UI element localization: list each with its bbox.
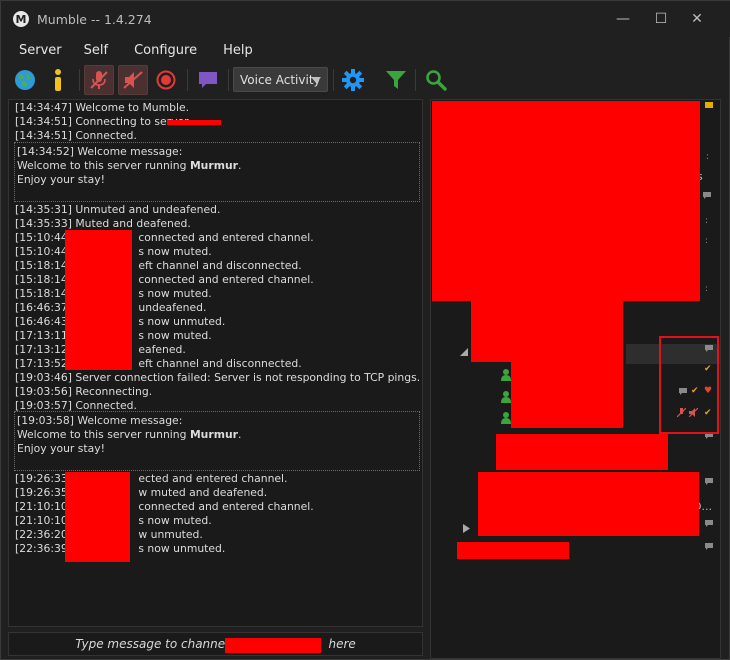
toolbar-separator — [187, 69, 188, 91]
redaction — [457, 542, 569, 559]
expand-arrow-icon[interactable] — [463, 524, 470, 533]
log-line: [14:34:51] Connected. — [15, 129, 137, 142]
redaction — [225, 638, 321, 653]
redaction — [511, 362, 623, 428]
log-line: [14:34:47] Welcome to Mumble. — [15, 101, 190, 114]
log-line: [19:03:56] Reconnecting. — [15, 385, 153, 398]
deafen-self-button[interactable] — [118, 65, 148, 95]
toolbar — [1, 63, 730, 97]
redaction — [478, 472, 699, 536]
log-line: [14:35:33] Muted and deafened. — [15, 217, 191, 230]
maximize-button[interactable]: ☐ — [643, 1, 679, 37]
toolbar-separator — [415, 69, 416, 91]
window-title: Mumble -- 1.4.274 — [37, 11, 152, 27]
menu-server[interactable]: Server — [19, 43, 62, 58]
redaction — [65, 472, 130, 562]
mute-self-button[interactable] — [84, 65, 114, 95]
log-line: [14:35:31] Unmuted and undeafened. — [15, 203, 221, 216]
transmit-mode-value: Voice Activity — [240, 72, 321, 87]
search-button[interactable] — [421, 65, 451, 95]
redaction — [471, 300, 623, 362]
menu-bar: Server Self Configure Help — [1, 37, 730, 63]
highlight-annotation-box — [659, 336, 719, 434]
filter-button[interactable] — [381, 65, 411, 95]
deafen-self-icon — [123, 71, 143, 89]
toolbar-separator — [228, 69, 229, 91]
log-line: [21:10:10] connected and entered channel… — [15, 500, 314, 513]
user-icon — [501, 391, 511, 403]
mumble-logo-icon: M — [13, 11, 29, 27]
log-line: [19:03:46] Server connection failed: Ser… — [15, 371, 421, 384]
log-line: [14:34:51] Connecting to server — [15, 115, 189, 128]
comment-icon — [705, 102, 713, 108]
information-button[interactable] — [43, 65, 73, 95]
menu-help[interactable]: Help — [223, 43, 253, 58]
configure-button[interactable] — [338, 65, 368, 95]
tree-fragment: : — [706, 152, 710, 162]
mute-self-icon — [90, 71, 108, 89]
chat-bubble-icon — [199, 72, 217, 88]
comment-icon — [703, 192, 711, 199]
transmit-mode-select[interactable]: Voice Activity — [233, 67, 328, 92]
minimize-button[interactable]: — — [605, 1, 641, 37]
settings-gear-icon — [342, 69, 364, 91]
title-bar: M Mumble -- 1.4.274 — ☐ ✕ — [1, 1, 730, 37]
info-icon — [55, 69, 61, 91]
filter-icon — [386, 71, 406, 89]
comment-icon — [705, 520, 713, 527]
chevron-down-icon — [311, 77, 321, 83]
comment-icon — [705, 543, 713, 550]
connect-button[interactable] — [10, 65, 40, 95]
comment-icon — [705, 478, 713, 485]
toolbar-separator — [333, 69, 334, 91]
log-line: [15:18:14] connected and entered channel… — [15, 273, 314, 286]
record-icon — [156, 70, 176, 90]
search-icon — [426, 70, 447, 91]
chat-log[interactable]: [14:34:47] Welcome to Mumble. [14:34:51]… — [8, 99, 423, 627]
record-button[interactable] — [151, 65, 181, 95]
log-line: [19:26:33] ected and entered channel. — [15, 472, 288, 485]
log-line: [19:26:35] w muted and deafened. — [15, 486, 268, 499]
menu-configure[interactable]: Configure — [134, 43, 197, 58]
log-line: [15:10:44] connected and entered channel… — [15, 231, 314, 244]
user-icon — [501, 369, 511, 381]
redaction — [167, 120, 221, 125]
welcome-message-box: [14:34:52] Welcome message: Welcome to t… — [14, 142, 420, 202]
mumble-window: M Mumble -- 1.4.274 — ☐ ✕ Server Self Co… — [0, 0, 730, 660]
redaction — [432, 101, 700, 301]
log-line: [15:18:14] eft channel and disconnected. — [15, 259, 302, 272]
text-message-button[interactable] — [193, 65, 223, 95]
tree-fragment: : — [705, 216, 709, 226]
tree-fragment: : — [705, 284, 709, 294]
log-line: [17:13:52] eft channel and disconnected. — [15, 357, 302, 370]
channel-tree[interactable]: : s : : : ✔ ✔ ♥ ✔ D... — [430, 99, 721, 659]
globe-icon — [15, 70, 35, 90]
user-icon — [501, 412, 511, 424]
toolbar-separator — [79, 69, 80, 91]
menu-self[interactable]: Self — [84, 43, 108, 58]
redaction — [496, 434, 668, 470]
expand-arrow-icon[interactable] — [460, 348, 468, 356]
redaction — [65, 230, 132, 370]
welcome-message-box: [19:03:58] Welcome message: Welcome to t… — [14, 411, 420, 471]
tree-fragment: : — [705, 236, 709, 246]
chat-input[interactable]: Type message to channel here — [8, 632, 423, 656]
close-button[interactable]: ✕ — [679, 1, 715, 37]
